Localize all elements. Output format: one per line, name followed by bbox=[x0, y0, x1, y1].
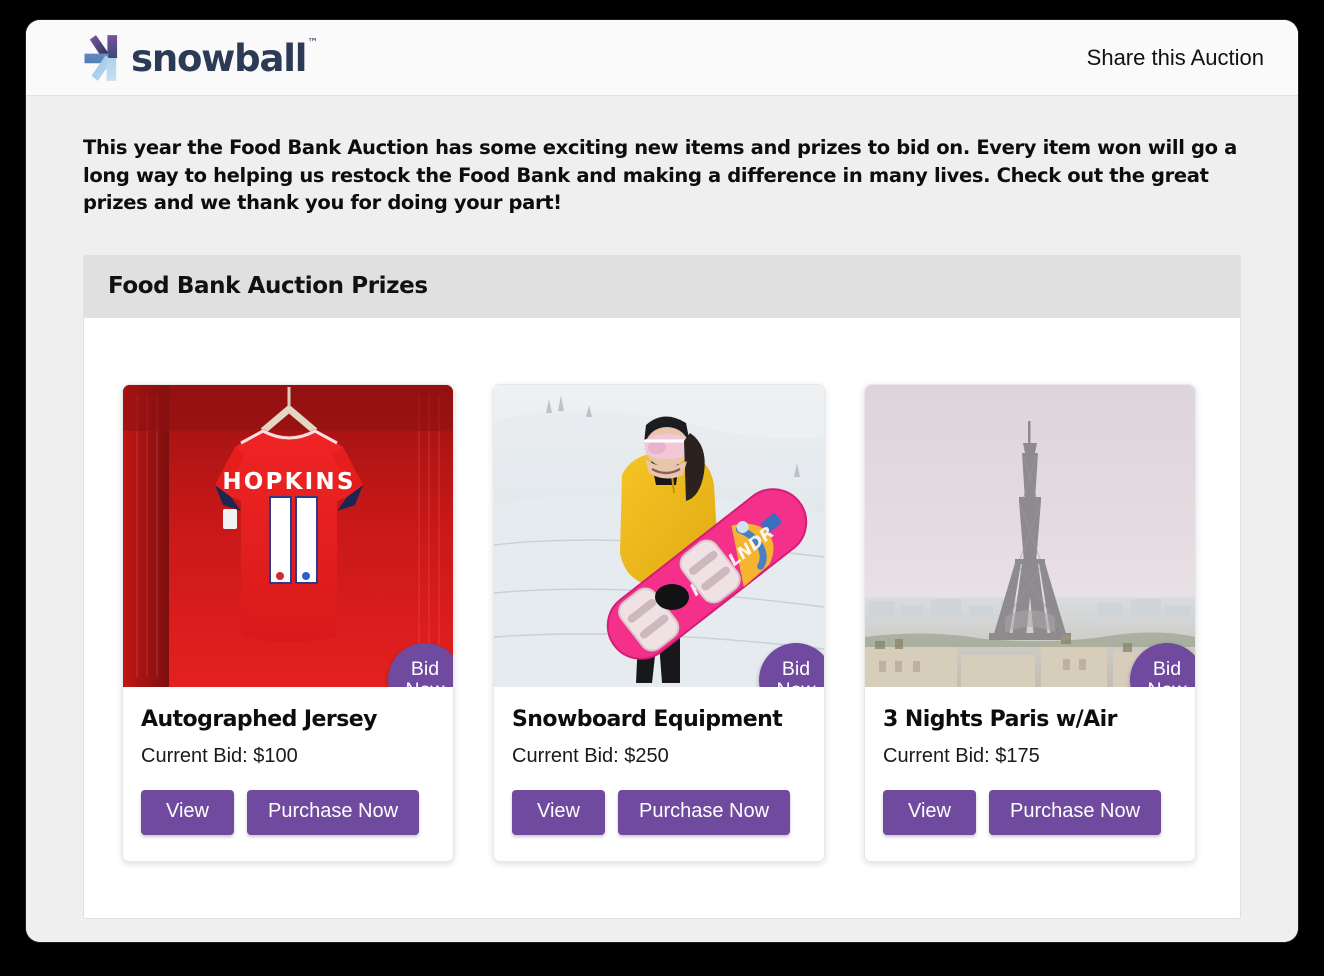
bid-badge-line-1: Bid bbox=[1152, 658, 1182, 681]
view-button[interactable]: View bbox=[883, 790, 976, 836]
brand-name-text: snowball bbox=[131, 37, 307, 80]
view-button[interactable]: View bbox=[512, 790, 605, 836]
brand-wordmark: snowball™ bbox=[131, 37, 318, 80]
prize-info: Snowboard Equipment Current Bid: $250 Vi… bbox=[494, 687, 824, 861]
prizes-grid: HOPKINS Bid Now Autograp bbox=[84, 318, 1240, 918]
prize-actions: View Purchase Now bbox=[512, 790, 802, 836]
prize-image-paris: Bid Now bbox=[865, 385, 1195, 688]
prize-current-bid: Current Bid: $250 bbox=[512, 745, 669, 768]
intro-paragraph: This year the Food Bank Auction has some… bbox=[83, 136, 1237, 215]
page-body: This year the Food Bank Auction has some… bbox=[26, 96, 1298, 942]
prize-title: 3 Nights Paris w/Air bbox=[883, 707, 1117, 733]
prize-actions: View Purchase Now bbox=[883, 790, 1173, 836]
prize-current-bid: Current Bid: $100 bbox=[141, 745, 298, 768]
view-button[interactable]: View bbox=[141, 790, 234, 836]
share-this-auction-link[interactable]: Share this Auction bbox=[1087, 45, 1264, 71]
bid-badge-line-1: Bid bbox=[781, 658, 811, 681]
bid-badge-line-2: Now bbox=[776, 680, 815, 688]
prize-actions: View Purchase Now bbox=[141, 790, 431, 836]
prize-image-jersey: HOPKINS Bid Now bbox=[123, 385, 453, 688]
purchase-now-button[interactable]: Purchase Now bbox=[618, 790, 791, 836]
brand-logo[interactable]: snowball™ bbox=[81, 34, 318, 81]
prize-title: Snowboard Equipment bbox=[512, 707, 783, 733]
eiffel-tower-photo-illustration bbox=[865, 385, 1195, 688]
purchase-now-button[interactable]: Purchase Now bbox=[989, 790, 1162, 836]
app-header: snowball™ Share this Auction bbox=[26, 20, 1298, 96]
prize-info: Autographed Jersey Current Bid: $100 Vie… bbox=[123, 687, 453, 861]
prize-current-bid: Current Bid: $175 bbox=[883, 745, 1040, 768]
purchase-now-button[interactable]: Purchase Now bbox=[247, 790, 420, 836]
prize-info: 3 Nights Paris w/Air Current Bid: $175 V… bbox=[865, 687, 1195, 861]
intro-block: This year the Food Bank Auction has some… bbox=[26, 96, 1298, 217]
svg-text:HOPKINS: HOPKINS bbox=[222, 469, 355, 495]
bid-badge-line-2: Now bbox=[1147, 680, 1186, 688]
prize-image-snowboard: HIGHLNDR Bid bbox=[494, 385, 824, 688]
prize-card[interactable]: HOPKINS Bid Now Autograp bbox=[122, 384, 454, 863]
prizes-panel-header: Food Bank Auction Prizes bbox=[84, 256, 1240, 319]
prizes-panel: Food Bank Auction Prizes HOPKINS Bid Aut… bbox=[83, 255, 1241, 920]
prize-title: Autographed Jersey bbox=[141, 707, 377, 733]
trademark-symbol: ™ bbox=[307, 35, 319, 49]
bid-badge-line-2: Now bbox=[405, 680, 444, 688]
prize-card[interactable]: HIGHLNDR Bid Snowboard Equipment Current… bbox=[493, 384, 825, 863]
browser-window-frame: snowball™ Share this Auction This year t… bbox=[26, 20, 1298, 942]
bid-badge-line-1: Bid bbox=[410, 658, 440, 681]
snowboarder-photo-illustration: HIGHLNDR bbox=[494, 385, 824, 688]
jersey-photo-illustration: HOPKINS bbox=[123, 385, 453, 688]
prize-card[interactable]: Bid Now 3 Nights Paris w/Air Current Bid… bbox=[864, 384, 1196, 863]
snowflake-asterisk-icon bbox=[84, 34, 118, 81]
panel-title: Food Bank Auction Prizes bbox=[108, 273, 428, 300]
